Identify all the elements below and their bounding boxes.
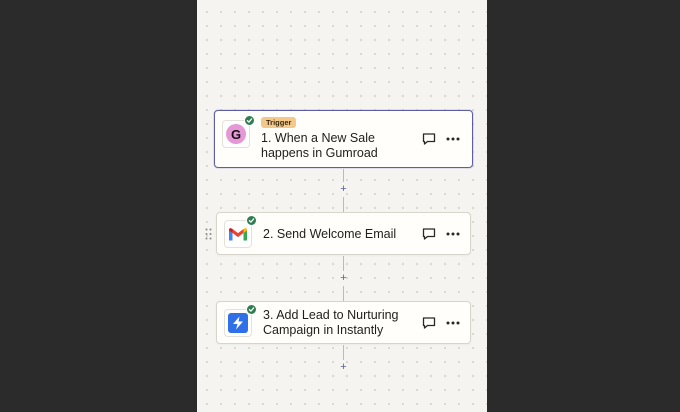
connector-line [343, 256, 344, 271]
comment-icon [422, 317, 436, 329]
app-tile-gmail [224, 215, 257, 248]
step-card-trigger[interactable]: G Trigger 1. When a New Sale happens in … [214, 110, 473, 168]
app-tile-instantly [224, 304, 257, 337]
instantly-icon [228, 313, 248, 333]
gumroad-icon: G [226, 124, 246, 144]
ellipsis-icon [446, 321, 460, 325]
comment-icon [422, 228, 436, 240]
step-card-send-email[interactable]: 2. Send Welcome Email [216, 212, 471, 255]
step-title: 3. Add Lead to Nurturing Campaign in Ins… [263, 308, 399, 337]
more-options-button[interactable] [444, 130, 462, 148]
comment-icon [422, 133, 436, 145]
connector-line [343, 286, 344, 301]
connector-line [343, 345, 344, 360]
connector-line [343, 197, 344, 212]
ellipsis-icon [446, 137, 460, 141]
drag-handle-icon[interactable] [205, 228, 213, 240]
comment-button[interactable] [420, 225, 438, 243]
trigger-badge: Trigger [261, 117, 297, 128]
more-options-button[interactable] [444, 314, 462, 332]
check-icon [246, 215, 257, 226]
add-step-button[interactable]: + [338, 184, 349, 195]
check-icon [244, 115, 255, 126]
add-step-button[interactable]: + [338, 362, 349, 373]
step-title: 2. Send Welcome Email [263, 227, 397, 241]
add-step-button[interactable]: + [338, 273, 349, 284]
check-icon [246, 304, 257, 315]
comment-button[interactable] [420, 130, 438, 148]
comment-button[interactable] [420, 314, 438, 332]
gmail-icon [229, 227, 247, 240]
more-options-button[interactable] [444, 225, 462, 243]
connector-line [343, 169, 344, 182]
app-tile-gumroad: G [222, 115, 255, 148]
ellipsis-icon [446, 232, 460, 236]
workflow-canvas[interactable]: G Trigger 1. When a New Sale happens in … [197, 0, 487, 412]
step-title: 1. When a New Sale happens in Gumroad [261, 131, 378, 160]
step-card-add-lead[interactable]: 3. Add Lead to Nurturing Campaign in Ins… [216, 301, 471, 344]
